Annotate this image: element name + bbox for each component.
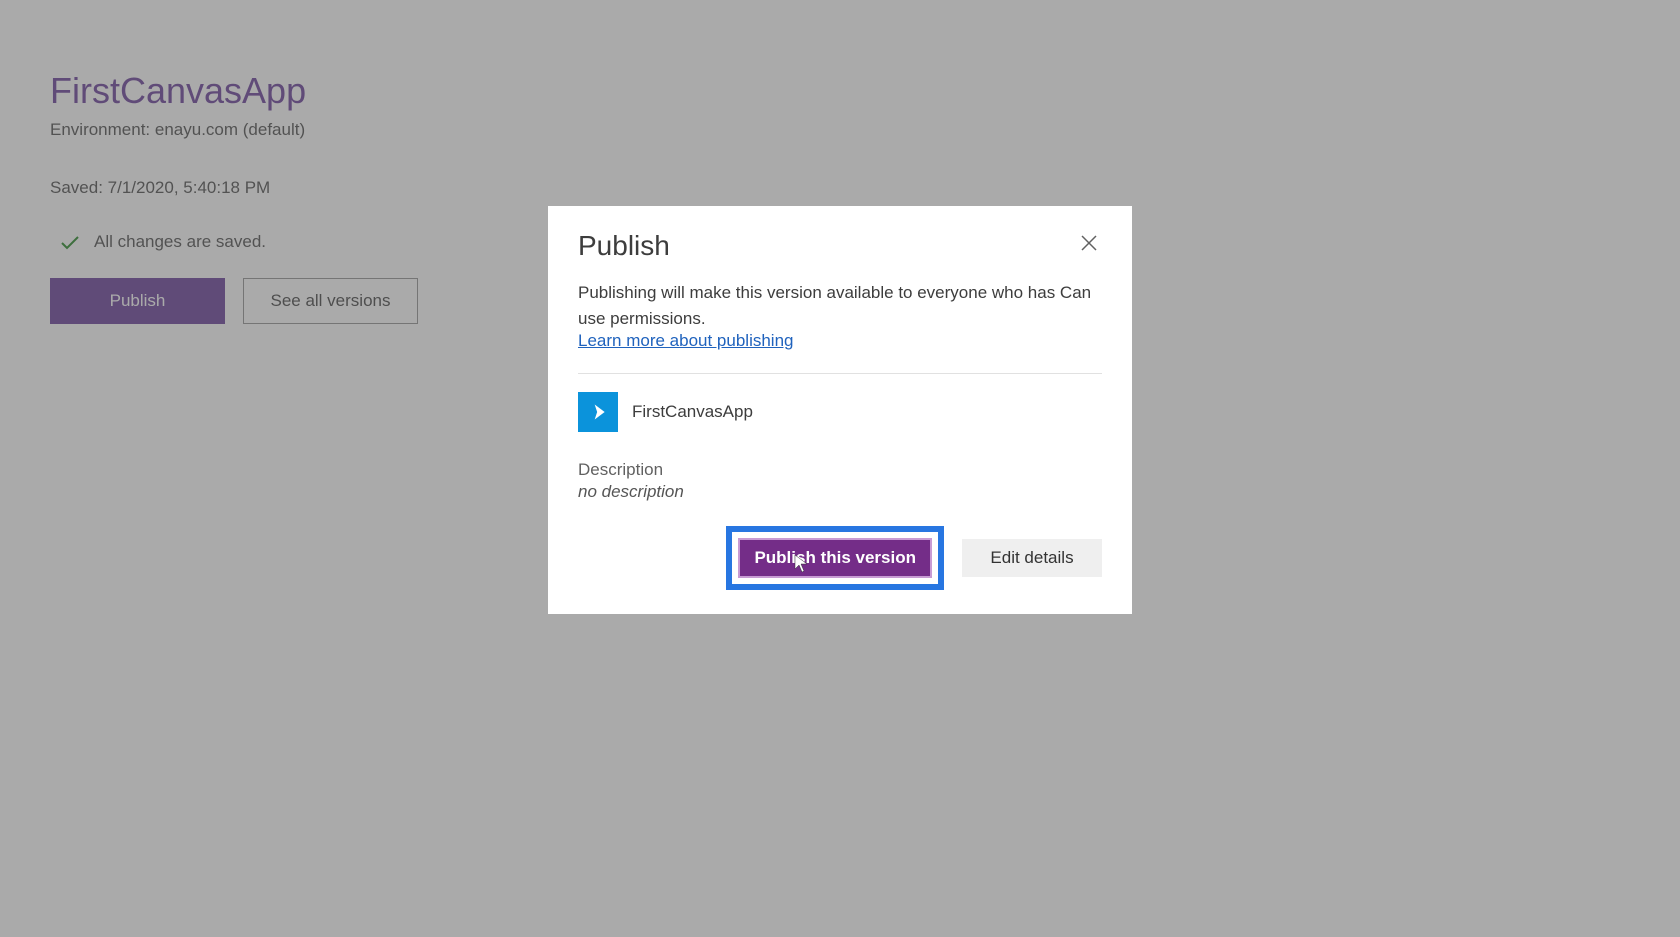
publish-this-version-button[interactable]: Publish this version (738, 538, 932, 578)
description-label: Description (578, 460, 1102, 480)
dialog-title: Publish (578, 230, 670, 262)
app-icon (578, 392, 618, 432)
publish-dialog: Publish Publishing will make this versio… (548, 206, 1132, 614)
close-icon (1080, 234, 1098, 252)
highlight-frame: Publish this version (726, 526, 944, 590)
dialog-button-row: Publish this version Edit details (578, 526, 1102, 590)
divider (578, 373, 1102, 374)
edit-details-button[interactable]: Edit details (962, 539, 1102, 577)
publish-this-version-label: Publish this version (754, 548, 916, 567)
description-value: no description (578, 482, 1102, 502)
dialog-description: Publishing will make this version availa… (578, 280, 1102, 331)
learn-more-link[interactable]: Learn more about publishing (578, 331, 793, 350)
modal-overlay: Publish Publishing will make this versio… (0, 0, 1680, 937)
app-row: FirstCanvasApp (578, 392, 1102, 432)
canvas-app-icon (588, 402, 608, 422)
dialog-app-name: FirstCanvasApp (632, 402, 753, 422)
dialog-header: Publish (578, 230, 1102, 262)
close-button[interactable] (1076, 230, 1102, 260)
